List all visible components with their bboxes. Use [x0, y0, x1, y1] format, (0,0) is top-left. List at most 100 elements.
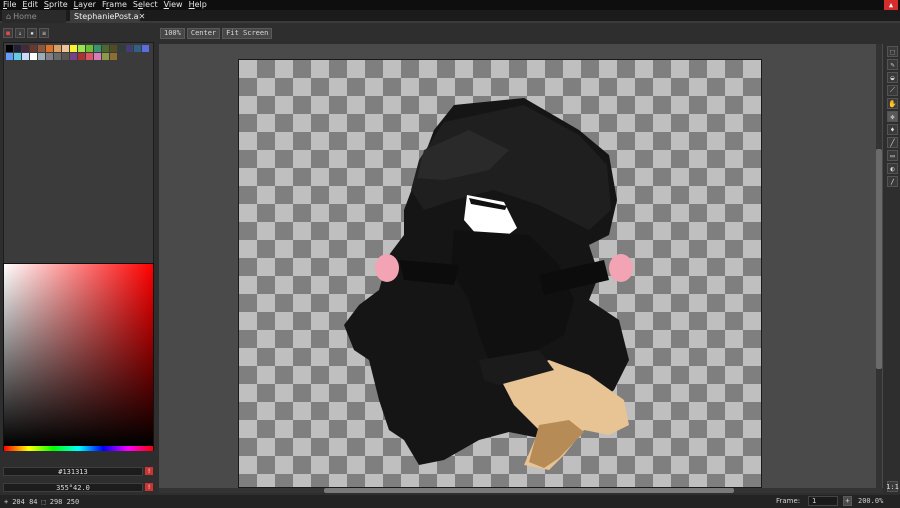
tab-sprite-label: StephaniePost.a: [74, 12, 139, 21]
ellipse-icon[interactable]: ◐: [887, 163, 898, 174]
marquee-icon[interactable]: ⬚: [887, 46, 898, 57]
pencil-icon[interactable]: ✎: [887, 59, 898, 70]
tab-sprite[interactable]: StephaniePost.a ✕: [70, 10, 145, 23]
palette-swatch[interactable]: [30, 53, 37, 60]
selection-size: 298 250: [49, 497, 80, 506]
frame-input[interactable]: 1: [808, 496, 838, 506]
saturation-value-field[interactable]: [4, 264, 153, 446]
aseprite-window: File Edit Sprite Layer Frame Select View Help ▲…: [0, 0, 900, 508]
menu-view[interactable]: View: [161, 0, 186, 10]
menu-bar: File Edit Sprite Layer Frame Select View Help: [0, 0, 900, 10]
fit-screen-button[interactable]: Fit Screen: [222, 28, 273, 39]
palette-toolbar: ■ ↓ ▪ ≡: [3, 28, 49, 38]
color-picker: [3, 263, 154, 451]
palette-swatch[interactable]: [102, 45, 109, 52]
palette-swatch[interactable]: [38, 45, 45, 52]
sprite-canvas[interactable]: [238, 59, 762, 488]
palette-swatch[interactable]: [46, 53, 53, 60]
brush-icon[interactable]: ∕: [887, 176, 898, 187]
warning-icon[interactable]: !: [145, 467, 153, 475]
palette-swatch[interactable]: [22, 45, 29, 52]
fill-icon[interactable]: ♦: [887, 124, 898, 135]
menu-edit[interactable]: Edit: [19, 0, 41, 10]
palette-swatch[interactable]: [6, 45, 13, 52]
palette-swatch[interactable]: [22, 53, 29, 60]
hand-icon[interactable]: ✋: [887, 98, 898, 109]
menu-select[interactable]: Select: [130, 0, 161, 10]
palette-swatch[interactable]: [126, 45, 133, 52]
palette-swatch[interactable]: [70, 53, 77, 60]
app-logo-icon[interactable]: ▲: [884, 0, 898, 10]
eyedropper-icon[interactable]: ⟋: [887, 85, 898, 96]
palette-swatch[interactable]: [62, 53, 69, 60]
tab-home-label: Home: [13, 12, 37, 21]
palette-swatch[interactable]: [78, 45, 85, 52]
menu-help[interactable]: Help: [186, 0, 210, 10]
line-icon[interactable]: ╱: [887, 137, 898, 148]
menu-frame[interactable]: Frame: [99, 0, 130, 10]
palette-swatch[interactable]: [134, 45, 141, 52]
tool-bar: ⬚ ✎ ◒ ⟋ ✋ ✥ ♦ ╱ ▭ ◐ ∕: [885, 44, 900, 496]
selection-icon: ⬚: [41, 497, 46, 506]
menu-sprite[interactable]: Sprite: [41, 0, 71, 10]
close-icon[interactable]: ✕: [139, 12, 146, 21]
menu-file[interactable]: File: [0, 0, 19, 10]
palette-swatch[interactable]: [78, 53, 85, 60]
horizontal-scrollbar[interactable]: [159, 488, 883, 493]
hand-right: [609, 254, 633, 282]
palette-swatch[interactable]: [70, 45, 77, 52]
palette: [3, 42, 154, 282]
center-button[interactable]: Center: [186, 28, 221, 39]
frame-label: Frame:: [776, 497, 801, 505]
palette-swatch[interactable]: [118, 45, 125, 52]
rect-icon[interactable]: ▭: [887, 150, 898, 161]
canvas-workspace[interactable]: [159, 44, 883, 490]
palette-swatch[interactable]: [142, 45, 149, 52]
palette-swatch[interactable]: [86, 53, 93, 60]
scroll-thumb[interactable]: [876, 149, 882, 369]
palette-swatch[interactable]: [38, 53, 45, 60]
palette-swatch[interactable]: [54, 53, 61, 60]
tab-bar: ⌂ Home StephaniePost.a ✕: [0, 10, 900, 23]
hue-slider[interactable]: [4, 446, 153, 451]
palette-swatch[interactable]: [14, 53, 21, 60]
sprite-artwork: [344, 98, 633, 470]
palette-swatch[interactable]: [110, 53, 117, 60]
menu-layer[interactable]: Layer: [71, 0, 99, 10]
vertical-scrollbar[interactable]: [876, 44, 882, 490]
palette-swatch[interactable]: [110, 45, 117, 52]
lock-icon[interactable]: ■: [3, 28, 13, 38]
palette-swatch[interactable]: [62, 45, 69, 52]
cursor-position: 204 84: [12, 497, 38, 506]
left-panel: ■ ↓ ▪ ≡ #131313 ! 355°42.0 !: [0, 25, 158, 495]
status-bar: + 204 84 ⬚ 298 250 Frame: 1 + 200.0%: [0, 495, 900, 508]
palette-swatch[interactable]: [94, 53, 101, 60]
move-icon[interactable]: ✥: [887, 111, 898, 122]
tab-home[interactable]: ⌂ Home: [2, 10, 66, 23]
palette-swatch[interactable]: [46, 45, 53, 52]
zoom-level[interactable]: 200.0%: [858, 497, 883, 505]
zoom-100-button[interactable]: 100%: [160, 28, 185, 39]
scroll-thumb[interactable]: [324, 488, 734, 493]
frame-add-button[interactable]: +: [843, 496, 852, 506]
eraser-icon[interactable]: ◒: [887, 72, 898, 83]
crosshair-icon: +: [4, 497, 9, 506]
palette-swatch[interactable]: [6, 53, 13, 60]
hand-left: [375, 254, 399, 282]
save-icon[interactable]: ▪: [27, 28, 37, 38]
palette-swatch[interactable]: [94, 45, 101, 52]
palette-swatch[interactable]: [102, 53, 109, 60]
palette-swatch[interactable]: [54, 45, 61, 52]
ratio-button[interactable]: 1:1: [886, 481, 899, 492]
palette-swatch[interactable]: [30, 45, 37, 52]
palette-swatch[interactable]: [86, 45, 93, 52]
warning-icon[interactable]: !: [145, 483, 153, 491]
hex-field[interactable]: #131313: [3, 467, 143, 476]
home-icon: ⌂: [6, 12, 12, 21]
arrow-down-icon[interactable]: ↓: [15, 28, 25, 38]
hsv-field[interactable]: 355°42.0: [3, 483, 143, 492]
palette-swatches: [6, 45, 153, 61]
palette-swatch[interactable]: [14, 45, 21, 52]
menu-icon[interactable]: ≡: [39, 28, 49, 38]
zoom-toolbar: 100% Center Fit Screen: [160, 28, 273, 39]
